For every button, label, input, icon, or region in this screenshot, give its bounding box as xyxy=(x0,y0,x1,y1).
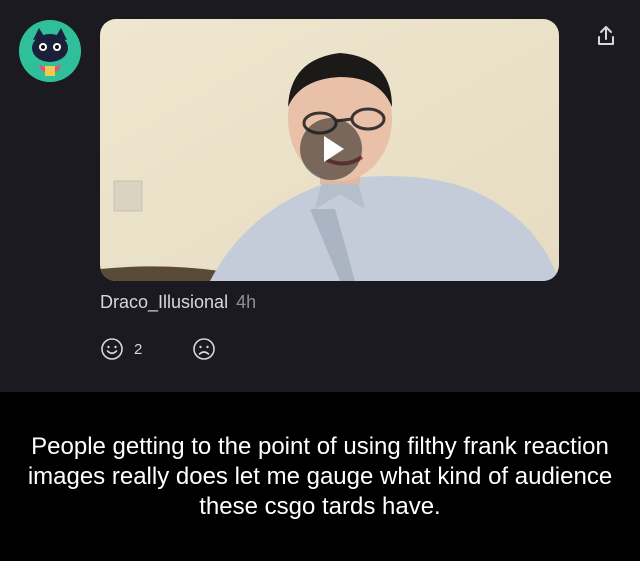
avatar-cat-icon xyxy=(19,20,81,82)
happy-reaction-count: 2 xyxy=(134,340,143,358)
post-card: Draco_Illusional 4h 2 xyxy=(0,0,640,392)
play-icon xyxy=(324,136,344,162)
share-button[interactable] xyxy=(594,24,618,48)
username[interactable]: Draco_Illusional xyxy=(100,292,228,312)
share-icon xyxy=(598,26,614,45)
smile-face-icon xyxy=(101,338,123,360)
post-meta: Draco_Illusional 4h xyxy=(100,292,256,313)
reaction-bar: 2 xyxy=(100,335,216,363)
sad-reaction-button[interactable] xyxy=(192,337,216,361)
post-time: 4h xyxy=(236,292,257,312)
sad-face-icon xyxy=(193,338,216,360)
happy-reaction-button[interactable]: 2 xyxy=(100,337,142,361)
play-button[interactable] xyxy=(300,118,362,180)
avatar[interactable] xyxy=(19,20,81,82)
caption-text: People getting to the point of using fil… xyxy=(0,392,640,561)
meme-frame: Draco_Illusional 4h 2 People getting to … xyxy=(0,0,640,561)
